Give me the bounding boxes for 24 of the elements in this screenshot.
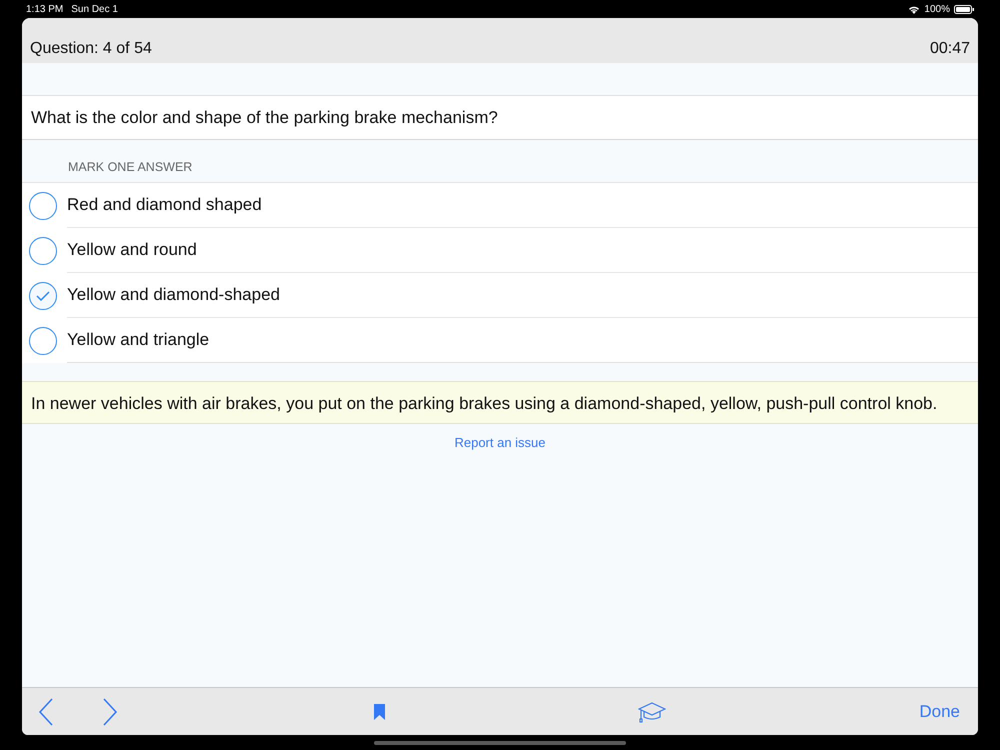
explanation-text: In newer vehicles with air brakes, you put on the parking brakes using a diamond-shaped, yellow, push-pull control knob. [22,381,978,424]
battery-percent: 100% [924,4,950,14]
question-text: What is the color and shape of the parking brake mechanism? [31,108,498,128]
radio-button[interactable] [29,282,57,310]
radio-button[interactable] [29,192,57,220]
timer: 00:47 [930,40,970,58]
wifi-icon [908,4,920,14]
battery-icon [954,4,974,14]
answer-option[interactable]: Yellow and round [67,240,197,260]
graduation-cap-button[interactable] [638,700,666,722]
answer-option[interactable]: Yellow and diamond-shaped [67,285,280,305]
status-date: Sun Dec 1 [71,4,118,14]
forward-button[interactable] [102,698,118,726]
bookmark-button[interactable] [374,704,385,720]
report-issue-link[interactable]: Report an issue [454,435,546,451]
answer-option[interactable]: Yellow and triangle [67,330,210,350]
answer-option[interactable]: Red and diamond shaped [67,195,262,215]
answers-heading: MARK ONE ANSWER [68,160,192,174]
radio-button[interactable] [29,326,57,354]
radio-button[interactable] [29,236,57,264]
checkmark-icon [36,290,50,300]
back-button[interactable] [38,698,54,726]
question-counter: Question: 4 of 54 [30,40,152,58]
status-time: 1:13 PM [26,4,64,14]
